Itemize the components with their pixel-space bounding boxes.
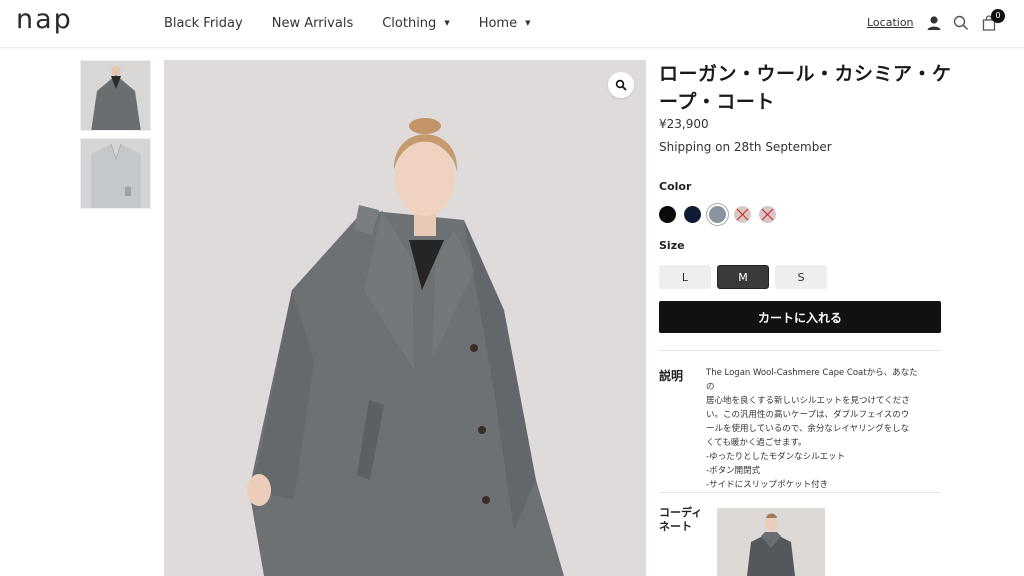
description-line: くても暖かく過ごせます。 <box>706 438 807 448</box>
description-line: -ゆったりとしたモダンなシルエット <box>706 452 846 462</box>
color-swatches <box>659 206 784 223</box>
description-line: い。この汎用性の高いケープは、ダブルフェイスのウ <box>706 410 910 420</box>
unavailable-cross-icon <box>736 208 749 221</box>
add-to-cart-button[interactable]: カートに入れる <box>659 301 941 333</box>
zoom-button[interactable] <box>608 72 634 98</box>
color-swatch-2[interactable] <box>684 206 701 223</box>
size-button-s[interactable]: S <box>775 265 827 289</box>
color-swatch-1[interactable] <box>659 206 676 223</box>
nav-new-arrivals[interactable]: New Arrivals <box>272 16 354 31</box>
color-swatch-3[interactable] <box>709 206 726 223</box>
product-title: ローガン・ウール・カシミア・ケープ・コート <box>659 63 952 113</box>
thumbnail-front[interactable] <box>80 60 151 131</box>
magnifier-icon <box>615 79 627 91</box>
color-swatch-4[interactable] <box>734 206 751 223</box>
description-line: -サイドにスリップポケット付き <box>706 480 829 490</box>
size-button-m[interactable]: M <box>717 265 769 289</box>
site-header: nap Black Friday New Arrivals Clothing ▼… <box>0 0 1024 48</box>
location-link[interactable]: Location <box>867 16 914 29</box>
nav-black-friday[interactable]: Black Friday <box>164 16 243 31</box>
divider <box>659 492 941 493</box>
nav-label: Home <box>478 15 518 31</box>
product-price: ¥23,900 <box>659 117 709 131</box>
description-line: The Logan Wool-Cashmere Cape Coatから、あなたの <box>706 368 918 392</box>
thumbnail-detail[interactable] <box>80 138 151 209</box>
product-main-image[interactable] <box>164 60 646 576</box>
nav-clothing[interactable]: Clothing ▼ <box>382 16 449 31</box>
search-icon[interactable] <box>952 14 970 32</box>
color-label: Color <box>659 180 692 193</box>
brand-logo[interactable]: nap <box>16 4 73 35</box>
caret-down-icon: ▼ <box>444 19 450 27</box>
nav-label: Clothing <box>382 15 437 31</box>
description-label: 説明 <box>659 369 684 383</box>
color-swatch-5[interactable] <box>759 206 776 223</box>
unavailable-cross-icon <box>761 208 774 221</box>
nav-label: Black Friday <box>164 15 243 31</box>
nav-label: New Arrivals <box>271 15 354 31</box>
main-nav: Black Friday New Arrivals Clothing ▼ Hom… <box>164 0 559 46</box>
coordinate-label: コーディネート <box>659 506 703 533</box>
description-text: The Logan Wool-Cashmere Cape Coatから、あなたの… <box>706 366 924 492</box>
nav-home[interactable]: Home ▼ <box>479 16 531 31</box>
description-line: -ボタン開閉式 <box>706 466 761 476</box>
cart-count-badge: 0 <box>991 9 1005 23</box>
description-line: 居心地を良くする新しいシルエットを見つけてくださ <box>706 396 910 406</box>
size-options: L M S <box>659 265 833 289</box>
description-line: ールを使用しているので、余分なレイヤリングをしな <box>706 424 910 434</box>
coordinate-image[interactable] <box>717 508 825 576</box>
size-button-l[interactable]: L <box>659 265 711 289</box>
caret-down-icon: ▼ <box>525 19 531 27</box>
user-icon[interactable] <box>925 14 943 32</box>
shipping-info: Shipping on 28th September <box>659 140 832 154</box>
size-label: Size <box>659 239 685 252</box>
divider <box>659 350 941 351</box>
